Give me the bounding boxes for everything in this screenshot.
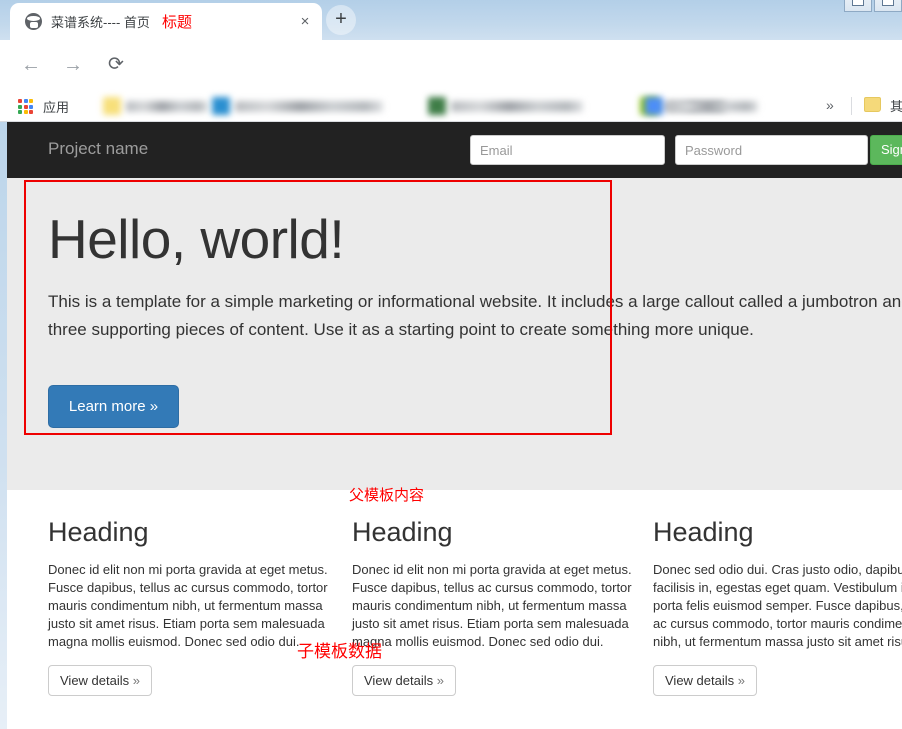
maximize-button[interactable] [874,0,902,12]
forward-icon[interactable]: → [60,52,86,78]
page-title: Hello, world! [48,208,345,270]
chevron-right-icon: » [436,673,444,688]
chevron-right-icon: » [132,673,140,688]
bookmark-item[interactable] [645,94,758,118]
chevron-right-icon: » [737,673,745,688]
tab-title: 菜谱系统---- 首页 [51,15,150,30]
page-viewport: Project name Sign in Hello, world! This … [0,122,902,729]
column-heading: Heading [653,517,754,547]
bookmark-favicon [103,97,121,115]
browser-window: 菜谱系统---- 首页 标题 × + ← → ⟳ i 127.0.0.1:800… [0,0,902,729]
annotation-parent-template: 父模板内容 [349,487,425,504]
brand-name[interactable]: Project name [48,139,148,159]
close-icon[interactable]: × [296,13,314,31]
jumbotron: Hello, world! This is a template for a s… [7,178,902,490]
column-heading: Heading [352,517,453,547]
browser-tab[interactable]: 菜谱系统---- 首页 标题 × [10,3,322,40]
feature-column: Heading Donec sed odio dui. Cras justo o… [653,515,902,696]
column-body: Donec id elit non mi porta gravida at eg… [352,562,632,649]
apps-label[interactable]: 应用 [43,97,69,116]
learn-more-button[interactable]: Learn more » [48,385,179,428]
bookmark-favicon [645,97,663,115]
bookmark-label [668,100,758,112]
view-details-label: View details [665,673,735,688]
view-details-button[interactable]: View details » [48,665,152,696]
view-details-button[interactable]: View details » [352,665,456,696]
folder-icon[interactable] [864,97,881,112]
bookmark-item[interactable] [428,94,583,118]
password-input[interactable] [675,135,868,165]
bookmark-label [451,100,583,112]
window-left-edge [0,122,7,729]
email-input[interactable] [470,135,665,165]
annotation-title: 标题 [161,14,192,31]
column-body: Donec id elit non mi porta gravida at eg… [48,562,328,649]
tab-strip: 菜谱系统---- 首页 标题 × + [0,0,902,40]
site-navbar: Project name Sign in [7,122,902,178]
feature-column: Heading Donec id elit non mi porta gravi… [352,515,642,696]
back-icon[interactable]: ← [18,52,44,78]
feature-column: Heading Donec id elit non mi porta gravi… [48,515,338,696]
view-details-button[interactable]: View details » [653,665,757,696]
reload-icon[interactable]: ⟳ [103,52,129,78]
features-columns: Heading Donec id elit non mi porta gravi… [7,490,902,729]
bookmark-item[interactable] [212,94,383,118]
bookmark-favicon [212,97,230,115]
view-details-label: View details [364,673,434,688]
new-tab-button[interactable]: + [326,5,356,35]
bookmark-favicon [428,97,446,115]
bookmarks-tail-label[interactable]: 其 [890,96,902,115]
view-details-label: View details [60,673,130,688]
bookmark-label [235,100,383,112]
annotation-child-template: 子模板数据 [297,642,382,661]
bookmarks-bar: 应用 » 其 [0,90,902,122]
bookmarks-overflow-icon[interactable]: » [826,97,834,113]
jumbotron-paragraph: This is a template for a simple marketin… [48,292,902,339]
apps-grid-icon[interactable] [18,99,33,114]
browser-toolbar: ← → ⟳ i 127.0.0.1:8000 ☆ X [0,40,902,122]
bookmarks-divider [851,97,852,115]
window-controls [844,0,902,12]
globe-icon [25,13,42,30]
bookmark-item[interactable] [103,94,208,118]
minimize-button[interactable] [844,0,872,12]
sign-in-button[interactable]: Sign in [870,135,902,165]
column-heading: Heading [48,517,149,547]
jumbotron-content: Hello, world! This is a template for a s… [48,208,902,344]
bookmark-label [126,100,208,112]
column-body: Donec sed odio dui. Cras justo odio, dap… [653,562,902,649]
